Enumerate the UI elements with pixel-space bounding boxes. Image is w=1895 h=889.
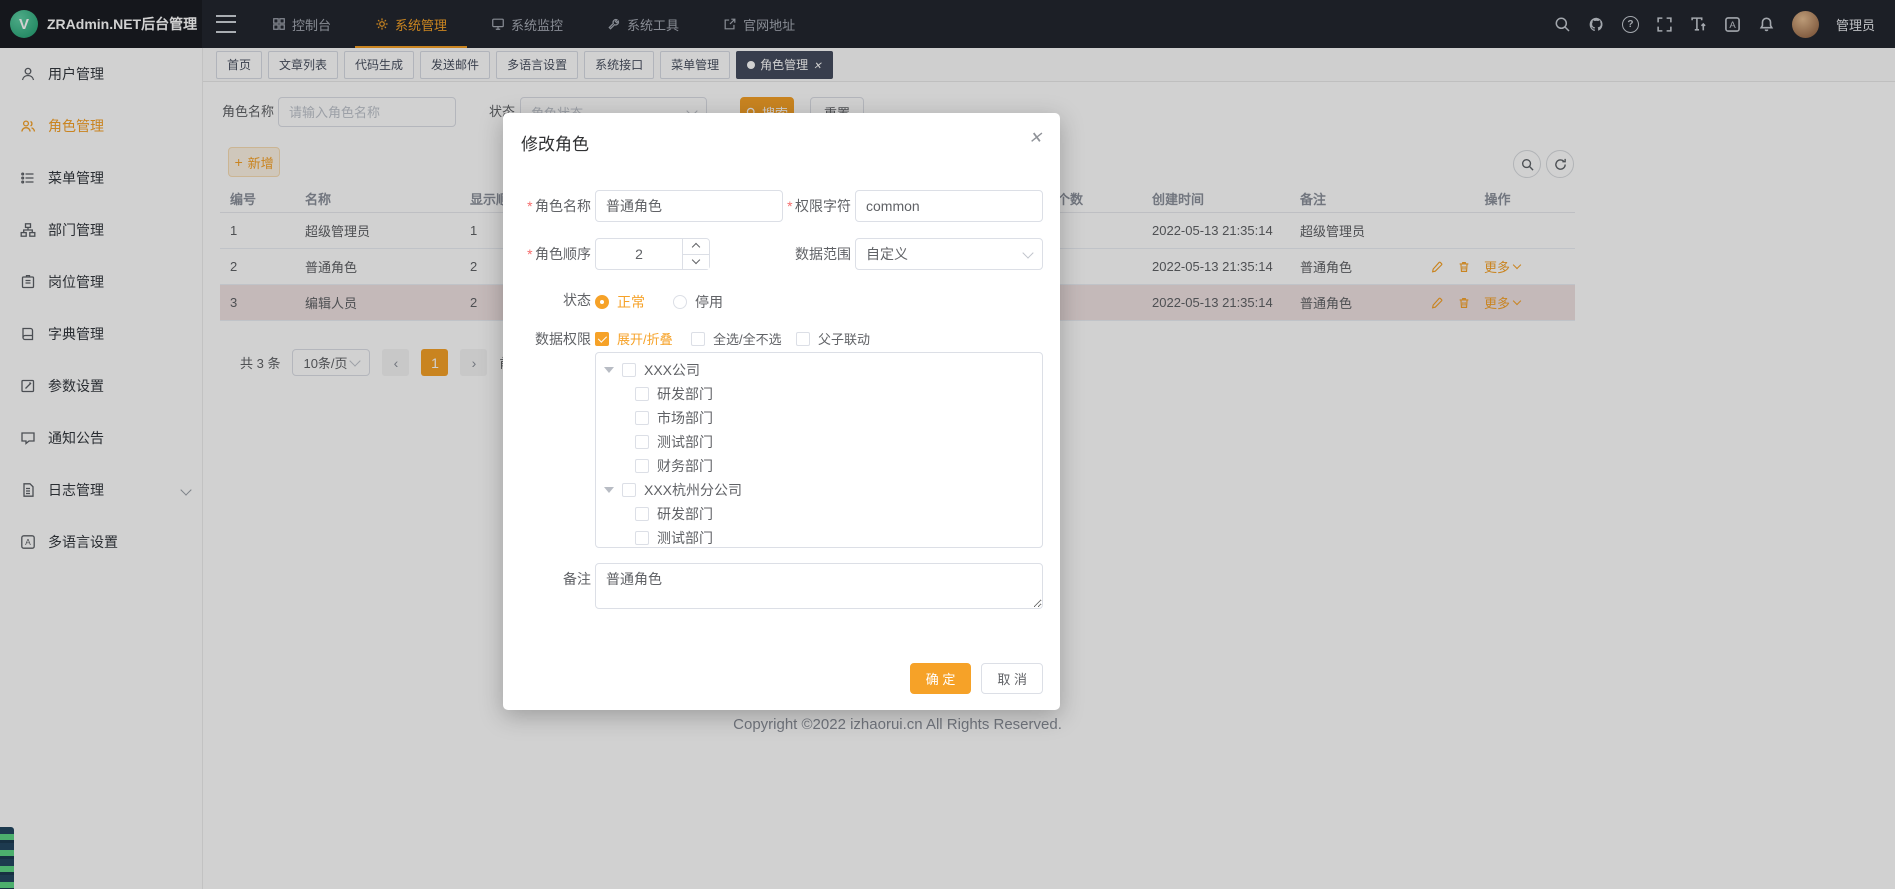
tree-node-label: XXX杭州分公司 [644,480,742,500]
checkbox-icon [595,332,609,346]
select-all-checkbox[interactable]: 全选/全不选 [691,329,782,348]
data-perm-label: 数据权限 [503,329,591,349]
tree-checkbox[interactable] [635,531,649,545]
tree-checkbox[interactable] [622,363,636,377]
tree-node[interactable]: XXX公司 [596,358,1042,382]
data-scope-label: 数据范围 [755,238,851,270]
perm-char-input[interactable] [855,190,1043,222]
tree-checkbox[interactable] [635,507,649,521]
tree-node-label: XXX公司 [644,360,700,380]
tree-expand-icon[interactable] [604,367,614,373]
role-name-label: 角色名称 [503,190,591,222]
required-asterisk [787,198,792,214]
remark-textarea[interactable]: 普通角色 [595,563,1043,609]
remark-label: 备注 [503,563,591,595]
tree-node-label: 研发部门 [657,504,713,524]
edit-role-dialog: 修改角色 角色名称 权限字符 角色顺序 2 数据范围 自定义 [503,113,1060,710]
data-scope-select[interactable]: 自定义 [855,238,1043,270]
tree-node-label: 测试部门 [657,432,713,452]
close-icon[interactable] [1029,128,1042,148]
radio-icon [595,295,609,309]
corner-widget[interactable] [0,827,14,889]
dialog-row-2: 角色顺序 2 数据范围 自定义 [503,238,1060,270]
tree-node-label: 测试部门 [657,528,713,548]
checkbox-icon [691,332,705,346]
tree-expand-icon[interactable] [604,487,614,493]
role-order-stepper[interactable]: 2 [595,238,710,270]
tree-node[interactable]: 测试部门 [596,430,1042,454]
dialog-footer: 确 定 取 消 [910,663,1043,694]
tree-node[interactable]: 财务部门 [596,454,1042,478]
radio-label: 停用 [695,292,723,312]
permission-tree: XXX公司 研发部门 市场部门 测试部门 财务部门 XXX杭州分公司 研发部门 … [595,352,1043,548]
checkbox-label: 父子联动 [818,329,870,348]
chevron-down-icon [1022,247,1033,258]
dialog-remark-row: 备注 普通角色 [503,563,1060,609]
tree-checkbox[interactable] [635,387,649,401]
check-icon [598,333,607,342]
app-root: V ZRAdmin.NET后台管理 控制台 系统管理 系统监控 系统工具 [0,0,1895,889]
tree-node[interactable]: 测试部门 [596,526,1042,548]
cancel-button[interactable]: 取 消 [981,663,1043,694]
checkbox-icon [796,332,810,346]
tree-node[interactable]: XXX杭州分公司 [596,478,1042,502]
radio-icon [673,295,687,309]
tree-node-label: 研发部门 [657,384,713,404]
checkbox-label: 展开/折叠 [617,329,673,348]
role-order-label: 角色顺序 [503,238,591,270]
confirm-button[interactable]: 确 定 [910,663,972,694]
dialog-perm-row: 数据权限 展开/折叠 全选/全不选 父子联动 [503,329,1060,349]
tree-node[interactable]: 研发部门 [596,502,1042,526]
status-label: 状态 [503,290,591,310]
status-radio-disabled[interactable]: 停用 [673,292,723,312]
tree-checkbox[interactable] [635,435,649,449]
tree-checkbox[interactable] [635,411,649,425]
required-asterisk [527,246,532,262]
stepper-up-button[interactable] [683,239,709,255]
tree-checkbox[interactable] [635,459,649,473]
dialog-row-1: 角色名称 权限字符 [503,190,1060,222]
tree-node-label: 市场部门 [657,408,713,428]
chevron-down-icon [692,256,700,264]
tree-node[interactable]: 市场部门 [596,406,1042,430]
role-order-value: 2 [596,239,682,269]
status-radio-normal[interactable]: 正常 [595,292,645,312]
checkbox-label: 全选/全不选 [713,329,782,348]
parent-child-link-checkbox[interactable]: 父子联动 [796,329,870,348]
perm-char-label: 权限字符 [755,190,851,222]
dialog-status-row: 状态 正常 停用 [503,290,1060,310]
dialog-title: 修改角色 [521,130,589,155]
chevron-up-icon [692,243,700,251]
stepper-down-button[interactable] [683,255,709,270]
tree-checkbox[interactable] [622,483,636,497]
data-scope-value: 自定义 [866,244,908,264]
expand-collapse-checkbox[interactable]: 展开/折叠 [595,329,673,348]
tree-node-label: 财务部门 [657,456,713,476]
radio-label: 正常 [617,292,645,312]
tree-node[interactable]: 研发部门 [596,382,1042,406]
required-asterisk [527,198,532,214]
